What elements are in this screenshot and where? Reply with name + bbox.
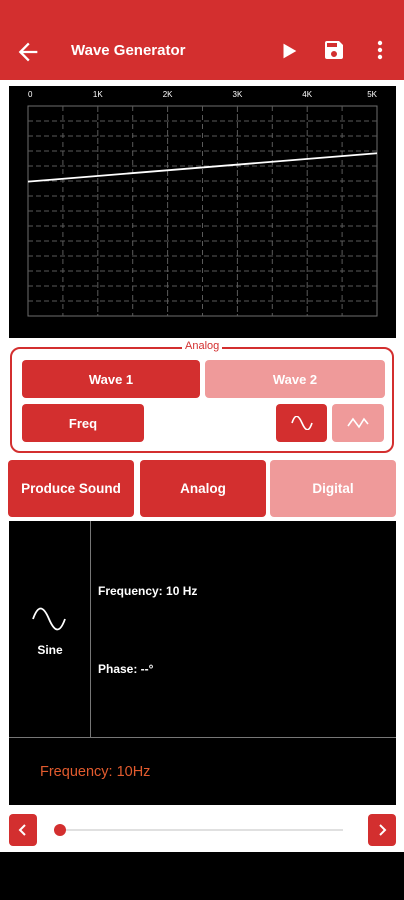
wave2-button[interactable]: Wave 2 (205, 360, 385, 398)
frequency-status: Frequency: 10Hz (40, 764, 151, 780)
triangle-wave-button[interactable] (332, 404, 384, 442)
analog-panel: Analog Wave 1 Wave 2 Freq (10, 340, 394, 453)
chevron-left-icon (18, 824, 26, 836)
frequency-slider-row (0, 812, 404, 848)
waveform-chart: 0 1K 2K 3K 4K 5K (9, 86, 396, 338)
sine-wave-icon (290, 416, 313, 430)
x-tick-label: 2K (163, 90, 173, 99)
digital-mode-button[interactable]: Digital (270, 460, 396, 517)
triangle-wave-icon (347, 417, 369, 429)
x-tick-label: 1K (93, 90, 103, 99)
slider-thumb[interactable] (54, 824, 66, 836)
chevron-right-icon (379, 824, 387, 836)
sine-wave-icon (32, 607, 66, 631)
page-title: Wave Generator (71, 42, 186, 59)
x-tick-label: 3K (233, 90, 243, 99)
sine-wave-button[interactable] (276, 404, 327, 442)
arrow-left-icon[interactable] (14, 38, 42, 66)
produce-sound-button[interactable]: Produce Sound (8, 460, 134, 517)
more-vert-icon[interactable] (370, 38, 390, 62)
vertical-divider (90, 521, 91, 737)
chart-svg: 0 1K 2K 3K 4K 5K (27, 90, 378, 317)
horizontal-divider (9, 737, 396, 738)
save-icon[interactable] (322, 38, 346, 62)
freq-button[interactable]: Freq (22, 404, 144, 442)
slider-track[interactable] (54, 824, 343, 836)
x-tick-label: 5K (367, 90, 377, 99)
wave-info-panel: Sine Frequency: 10 Hz Phase: --° Frequen… (9, 521, 396, 805)
frequency-readout: Frequency: 10 Hz (98, 584, 198, 598)
status-bar (0, 0, 404, 22)
x-tick-label: 0 (28, 90, 33, 99)
x-tick-label: 4K (302, 90, 312, 99)
decrease-button[interactable] (9, 814, 37, 846)
app-bar: Wave Generator (0, 22, 404, 80)
wave-type-label: Sine (37, 643, 63, 657)
play-icon[interactable] (278, 40, 300, 62)
analog-mode-button[interactable]: Analog (140, 460, 266, 517)
wave1-button[interactable]: Wave 1 (22, 360, 200, 398)
phase-readout: Phase: --° (98, 662, 154, 676)
analog-legend: Analog (182, 340, 223, 352)
waveform-line (27, 152, 378, 183)
system-nav-bar (0, 852, 404, 900)
increase-button[interactable] (368, 814, 396, 846)
